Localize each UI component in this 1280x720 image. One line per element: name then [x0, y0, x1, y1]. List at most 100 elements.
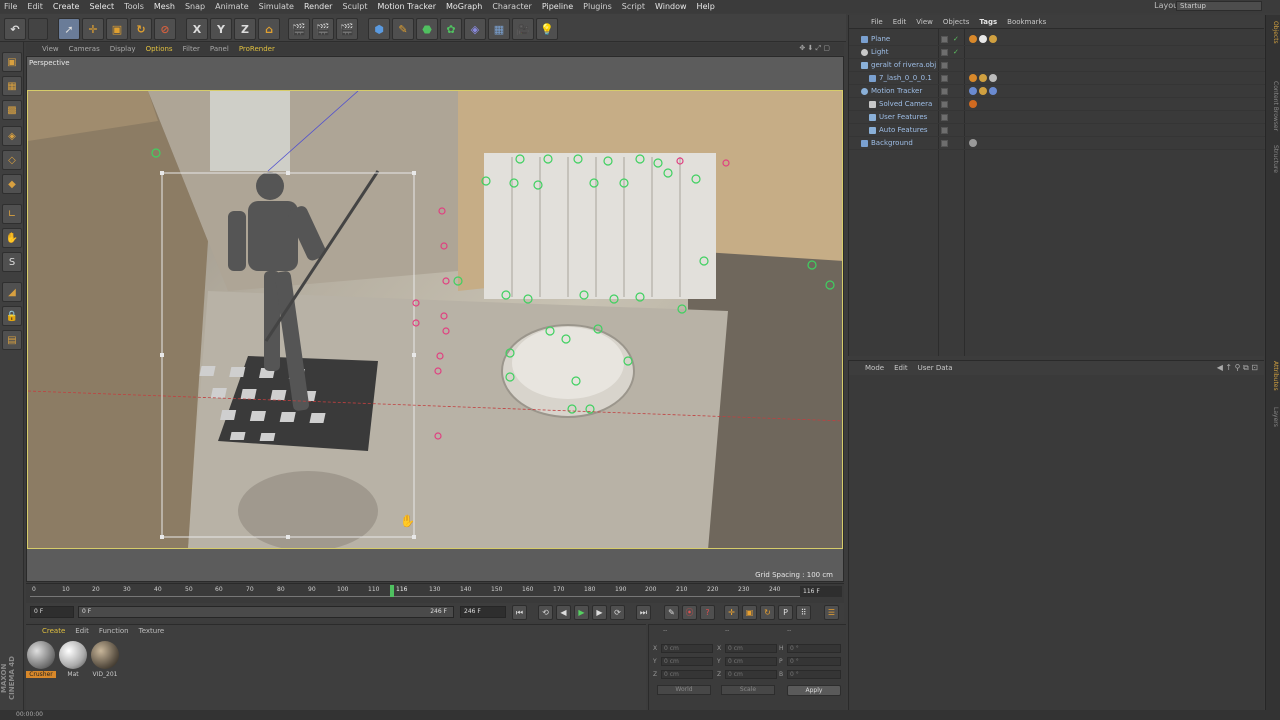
- render-picture-viewer-icon[interactable]: 🎬: [312, 18, 334, 40]
- compositing-tag-icon[interactable]: [969, 35, 977, 43]
- visibility-toggle[interactable]: [941, 62, 948, 69]
- viewport-menu-view[interactable]: View: [42, 45, 59, 53]
- start-frame-field[interactable]: 0 F: [30, 606, 74, 618]
- menu-simulate[interactable]: Simulate: [259, 2, 294, 11]
- viewport-menu-filter[interactable]: Filter: [183, 45, 200, 53]
- coordinate-space-dropdown[interactable]: World: [657, 685, 711, 695]
- menu-tools[interactable]: Tools: [124, 2, 144, 11]
- tracker-tag-icon[interactable]: [969, 87, 977, 95]
- tab-attributes[interactable]: Attributes: [1268, 361, 1279, 391]
- material-menu-edit[interactable]: Edit: [75, 627, 89, 635]
- scale-icon[interactable]: ▣: [106, 18, 128, 40]
- deformer-icon[interactable]: ◈: [464, 18, 486, 40]
- model-mode-icon[interactable]: ▦: [2, 76, 22, 96]
- position-z-field[interactable]: 0 cm: [661, 670, 713, 679]
- attribute-navigation-icon[interactable]: ◀ ↑ ⚲ ⧉ ⊡: [1217, 363, 1258, 373]
- make-editable-icon[interactable]: ▣: [2, 52, 22, 72]
- go-to-end-icon[interactable]: ⏭: [636, 605, 651, 620]
- compositing-tag-icon[interactable]: [969, 74, 977, 82]
- material-tag-icon[interactable]: [989, 74, 997, 82]
- timeline-window-icon[interactable]: ☰: [824, 605, 839, 620]
- om-menu-edit[interactable]: Edit: [893, 18, 907, 26]
- render-settings-icon[interactable]: 🎬: [336, 18, 358, 40]
- om-menu-file[interactable]: File: [871, 18, 883, 26]
- key-position-icon[interactable]: ✛: [724, 605, 739, 620]
- undo-icon[interactable]: ↶: [4, 18, 26, 40]
- viewport-menu-panel[interactable]: Panel: [210, 45, 229, 53]
- key-parameter-icon[interactable]: P: [778, 605, 793, 620]
- om-menu-bookmarks[interactable]: Bookmarks: [1007, 18, 1046, 26]
- perspective-viewport[interactable]: Perspective ✋ Grid Spacing: 100 cm: [26, 56, 844, 582]
- key-scale-icon[interactable]: ▣: [742, 605, 757, 620]
- previous-key-icon[interactable]: ⟲: [538, 605, 553, 620]
- size-mode-dropdown[interactable]: Scale: [721, 685, 775, 695]
- y-axis-button[interactable]: Y: [210, 18, 232, 40]
- menu-animate[interactable]: Animate: [215, 2, 249, 11]
- object-row-plane[interactable]: Plane ✓: [849, 33, 1265, 46]
- object-row-user-features[interactable]: User Features: [849, 111, 1265, 124]
- timeline-ruler[interactable]: 0 10 20 30 40 50 60 70 80 90 100 110 116…: [26, 583, 844, 603]
- menu-motion-tracker[interactable]: Motion Tracker: [377, 2, 436, 11]
- visibility-toggle[interactable]: [941, 101, 948, 108]
- menu-file[interactable]: File: [4, 2, 17, 11]
- layout-select[interactable]: Startup: [1176, 1, 1262, 11]
- viewport-menu-cameras[interactable]: Cameras: [69, 45, 100, 53]
- rotation-h-field[interactable]: 0 °: [787, 644, 841, 653]
- object-row-solved-camera[interactable]: Solved Camera: [849, 98, 1265, 111]
- z-axis-button[interactable]: Z: [234, 18, 256, 40]
- material-tag-icon[interactable]: [969, 139, 977, 147]
- menu-edit[interactable]: Edit: [27, 2, 43, 11]
- am-menu-edit[interactable]: Edit: [894, 364, 908, 372]
- menu-select[interactable]: Select: [89, 2, 114, 11]
- recent-tool-icon[interactable]: ⊘: [154, 18, 176, 40]
- motion-record-icon[interactable]: ✎: [664, 605, 679, 620]
- go-to-start-icon[interactable]: ⏮: [512, 605, 527, 620]
- cube-icon[interactable]: ⬢: [368, 18, 390, 40]
- visibility-toggle[interactable]: [941, 127, 948, 134]
- next-key-icon[interactable]: ⟳: [610, 605, 625, 620]
- autokey-icon[interactable]: ?: [700, 605, 715, 620]
- material-swatch[interactable]: VID_201: [90, 641, 120, 678]
- material-tag-icon[interactable]: [979, 35, 987, 43]
- end-frame-field[interactable]: 246 F: [460, 606, 506, 618]
- next-frame-icon[interactable]: ▶: [592, 605, 607, 620]
- play-icon[interactable]: ▶: [574, 605, 589, 620]
- light-icon[interactable]: 💡: [536, 18, 558, 40]
- array-icon[interactable]: ✿: [440, 18, 462, 40]
- current-frame-field[interactable]: 116 F: [800, 586, 842, 597]
- solver-tag-icon[interactable]: [989, 87, 997, 95]
- tab-layers[interactable]: Layers: [1268, 407, 1279, 427]
- enabled-check-icon[interactable]: ✓: [953, 46, 959, 59]
- menu-sculpt[interactable]: Sculpt: [342, 2, 367, 11]
- tab-structure[interactable]: Structure: [1268, 145, 1279, 173]
- playhead[interactable]: [390, 585, 394, 597]
- object-row-light[interactable]: Light ✓: [849, 46, 1265, 59]
- floor-icon[interactable]: ▦: [488, 18, 510, 40]
- workplane-icon[interactable]: ◢: [2, 282, 22, 302]
- polygons-mode-icon[interactable]: ◆: [2, 174, 22, 194]
- material-menu-texture[interactable]: Texture: [139, 627, 165, 635]
- menu-script[interactable]: Script: [622, 2, 645, 11]
- size-x-field[interactable]: 0 cm: [725, 644, 777, 653]
- render-view-icon[interactable]: 🎬: [288, 18, 310, 40]
- key-pla-icon[interactable]: ⠿: [796, 605, 811, 620]
- live-selection-icon[interactable]: ➚: [58, 18, 80, 40]
- previous-frame-icon[interactable]: ◀: [556, 605, 571, 620]
- visibility-toggle[interactable]: [941, 36, 948, 43]
- visibility-toggle[interactable]: [941, 49, 948, 56]
- material-menu-create[interactable]: Create: [42, 627, 65, 635]
- rotation-b-field[interactable]: 0 °: [787, 670, 841, 679]
- phong-tag-icon[interactable]: [979, 74, 987, 82]
- om-menu-view[interactable]: View: [916, 18, 933, 26]
- viewport-menu-display[interactable]: Display: [110, 45, 136, 53]
- object-row-background[interactable]: Background: [849, 137, 1265, 150]
- object-row-geralt[interactable]: geralt of rivera.obj: [849, 59, 1265, 72]
- viewport-navigation-icon[interactable]: ✥ ⬇ ⤢ ▢: [799, 44, 830, 53]
- axis-mode-icon[interactable]: ∟: [2, 204, 22, 224]
- menu-mesh[interactable]: Mesh: [154, 2, 175, 11]
- visibility-toggle[interactable]: [941, 114, 948, 121]
- menu-snap[interactable]: Snap: [185, 2, 205, 11]
- move-icon[interactable]: ✛: [82, 18, 104, 40]
- rotation-p-field[interactable]: 0 °: [787, 657, 841, 666]
- menu-render[interactable]: Render: [304, 2, 332, 11]
